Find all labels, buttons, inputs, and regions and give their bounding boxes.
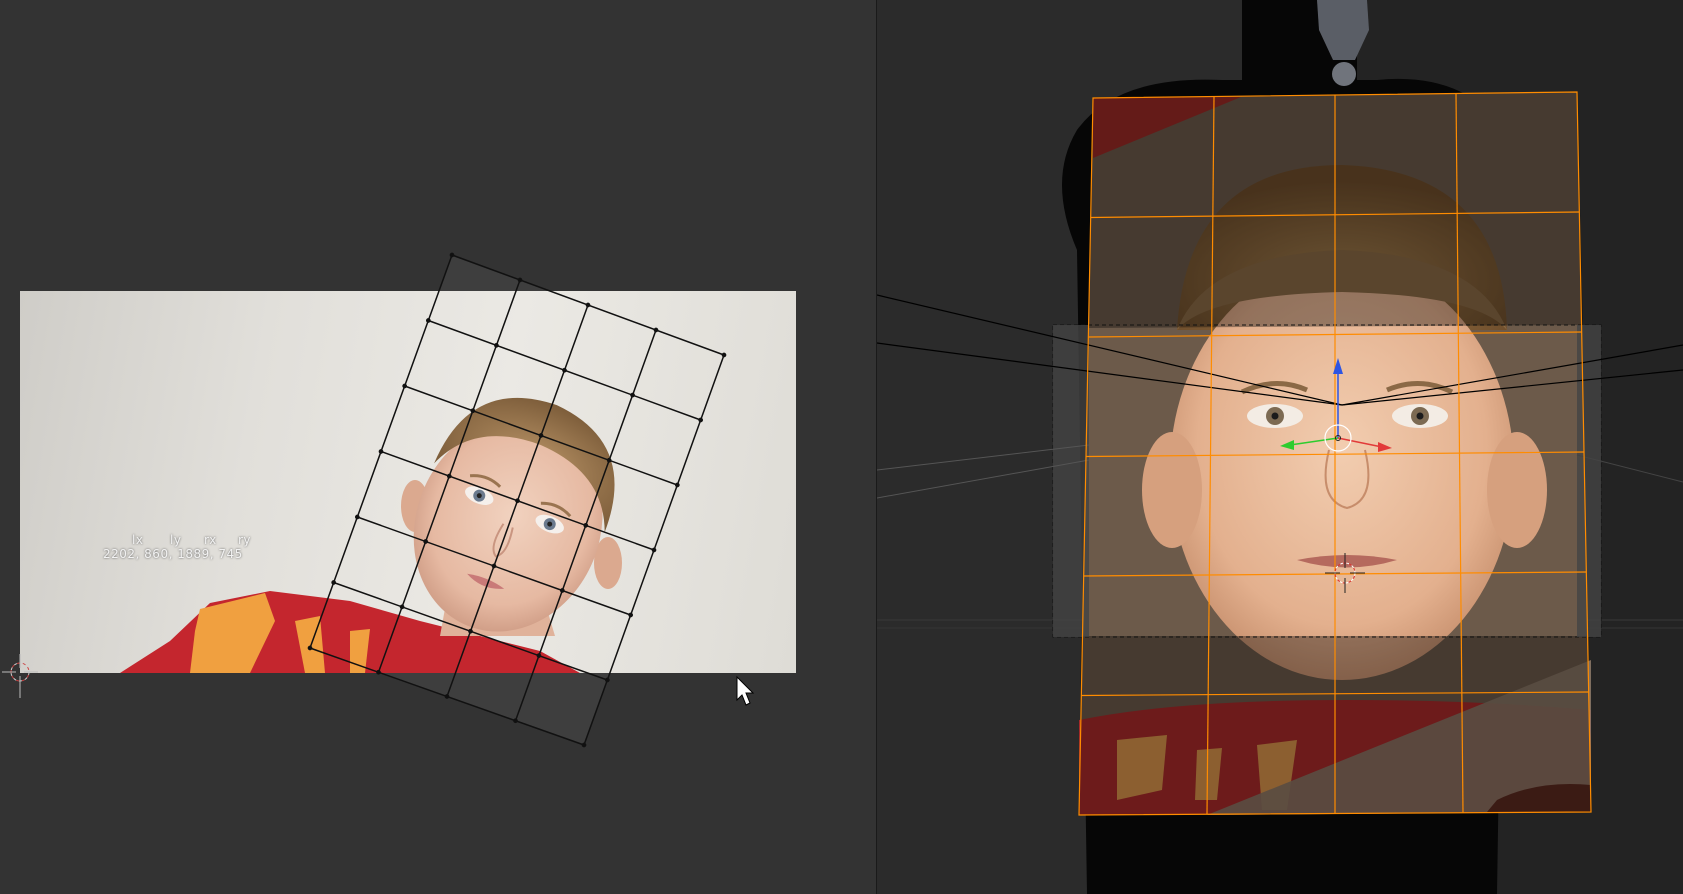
- uv-image-editor[interactable]: lx ly rx ry 2202, 860, 1889, 745: [0, 0, 876, 894]
- uv-vertex[interactable]: [468, 628, 473, 634]
- uv-vertex[interactable]: [513, 718, 518, 724]
- uv-vertex[interactable]: [562, 367, 567, 373]
- uv-mesh-grid[interactable]: [0, 0, 876, 894]
- uv-vertex[interactable]: [606, 457, 612, 463]
- uv-vertex[interactable]: [653, 327, 659, 333]
- uv-vertex[interactable]: [698, 417, 704, 423]
- uv-vertex[interactable]: [470, 408, 476, 414]
- uv-grid-lines: [307, 252, 727, 748]
- uv-vertex[interactable]: [446, 473, 452, 479]
- uv-vertex[interactable]: [378, 449, 384, 454]
- uv-vertex[interactable]: [354, 514, 360, 520]
- uv-vertex[interactable]: [628, 612, 634, 618]
- uv-vertex[interactable]: [581, 742, 587, 748]
- uv-vertex[interactable]: [583, 523, 589, 528]
- uv-vertex[interactable]: [674, 482, 680, 488]
- uv-vertex[interactable]: [559, 588, 565, 593]
- 3d-viewport[interactable]: [877, 0, 1683, 894]
- uv-vertex[interactable]: [494, 343, 499, 348]
- uv-vertex[interactable]: [399, 604, 405, 610]
- uv-vertex[interactable]: [307, 645, 313, 651]
- uv-vertex[interactable]: [331, 580, 337, 585]
- uv-vertex[interactable]: [376, 669, 381, 675]
- uv-vertex[interactable]: [449, 252, 455, 258]
- uv-vertex[interactable]: [402, 383, 408, 389]
- uv-vertex[interactable]: [536, 653, 542, 658]
- uv-vertex[interactable]: [630, 392, 635, 398]
- uv-vertex[interactable]: [444, 694, 450, 699]
- uv-vertex[interactable]: [538, 433, 544, 438]
- uv-vertex[interactable]: [425, 318, 431, 323]
- uv-vertex[interactable]: [604, 677, 610, 683]
- uv-vertex[interactable]: [651, 547, 657, 553]
- viewport-scene: [877, 0, 1683, 894]
- uv-vertex[interactable]: [517, 277, 523, 283]
- uv-vertex[interactable]: [491, 563, 497, 569]
- uv-vertex[interactable]: [721, 352, 727, 358]
- uv-vertex[interactable]: [423, 539, 429, 544]
- uv-vertex[interactable]: [585, 302, 591, 308]
- uv-vertex[interactable]: [515, 498, 520, 504]
